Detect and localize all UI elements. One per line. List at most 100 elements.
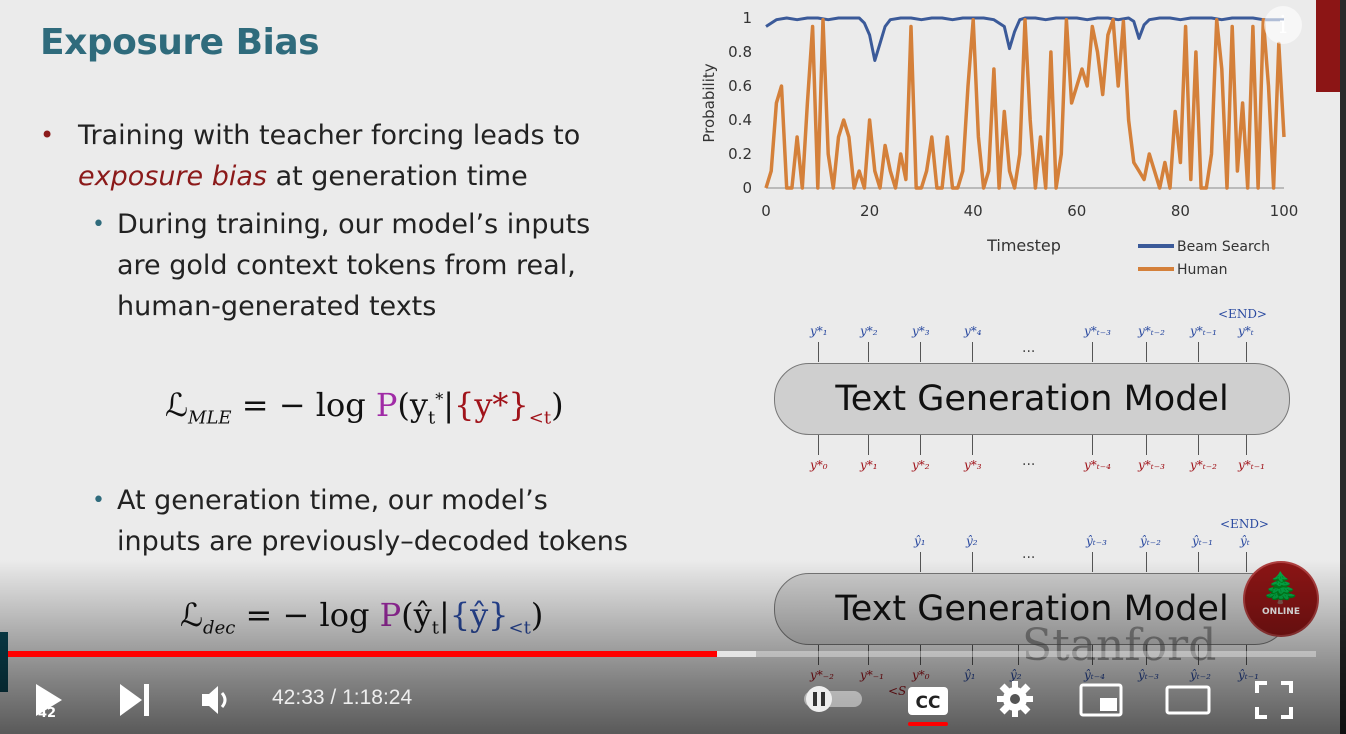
gen-input-token: y*₋₁ <box>860 668 884 682</box>
stanford-online-logo: 🌲 ONLINE <box>1245 563 1317 635</box>
miniplayer-button[interactable] <box>1078 680 1124 720</box>
autoplay-toggle[interactable] <box>802 684 864 714</box>
slide-title: Exposure Bias <box>40 22 320 63</box>
bullet-dot: • <box>92 488 105 513</box>
train-output-token: y*₃ <box>912 324 930 338</box>
miniplayer-icon <box>1079 683 1123 717</box>
captions-active-indicator <box>908 722 948 726</box>
ellipsis: ... <box>1022 340 1036 356</box>
end-tag-generation: <END> <box>1220 517 1269 531</box>
train-output-token: y*ₜ₋₁ <box>1190 324 1217 338</box>
bullet-teacher-forcing: • Training with teacher forcing leads to… <box>40 115 638 197</box>
arrow <box>818 435 819 455</box>
info-icon[interactable]: i <box>1264 6 1302 44</box>
arrow <box>1146 342 1147 362</box>
arrow <box>1246 342 1247 362</box>
theater-mode-button[interactable] <box>1164 680 1212 720</box>
y-axis-label: Probability <box>700 63 718 142</box>
train-input-token: y*₁ <box>860 458 878 472</box>
cc-icon: CC <box>908 687 948 715</box>
train-output-token: y*₂ <box>860 324 878 338</box>
arrow <box>972 435 973 455</box>
autoplay-pause-icon <box>804 686 862 712</box>
stanford-watermark: Stanford <box>1022 620 1217 671</box>
volume-button[interactable] <box>196 680 236 720</box>
train-input-token: y*ₜ₋₂ <box>1190 458 1217 472</box>
arrow <box>1146 435 1147 455</box>
arrow <box>920 552 921 572</box>
bullet-training-inputs: • During training, our model’s inputs ar… <box>92 204 637 327</box>
arrow <box>1198 552 1199 572</box>
legend-label: Human <box>1177 262 1228 278</box>
x-axis-label: Timestep <box>986 236 1061 255</box>
arrow <box>920 435 921 455</box>
ellipsis: ... <box>1022 453 1036 469</box>
arrow <box>1198 342 1199 362</box>
train-output-token: y*₄ <box>964 324 982 338</box>
arrow <box>1146 552 1147 572</box>
played-bar <box>8 651 717 657</box>
train-output-token: y*ₜ₋₃ <box>1084 324 1111 338</box>
gen-output-token: ŷₜ₋₁ <box>1192 534 1213 548</box>
gen-output-token: ŷₜ <box>1240 534 1250 548</box>
train-input-token: y*ₜ₋₃ <box>1138 458 1165 472</box>
model-box-training: Text Generation Model <box>774 363 1290 435</box>
formula-dec-loss: ℒdec = − log P(ŷt|{ŷ}<t) <box>180 596 544 639</box>
x-tick-label: 40 <box>964 202 983 220</box>
bullet-generation-inputs: • At generation time, our model’s inputs… <box>92 480 677 562</box>
arrow <box>1092 435 1093 455</box>
settings-button[interactable] <box>994 678 1036 720</box>
bullet-dot: • <box>92 212 105 237</box>
progress-bar[interactable] <box>8 651 1316 657</box>
x-tick-label: 60 <box>1067 202 1086 220</box>
train-input-token: y*ₜ₋₁ <box>1238 458 1265 472</box>
arrow <box>1092 552 1093 572</box>
x-tick-label: 0 <box>761 202 771 220</box>
arrow <box>920 342 921 362</box>
y-tick-label: 0.8 <box>728 43 752 61</box>
gen-input-token: y*₋₂ <box>810 668 834 682</box>
skip-next-icon <box>120 684 149 716</box>
gen-output-token: ŷ₂ <box>966 534 978 548</box>
next-button[interactable] <box>114 680 154 720</box>
fullscreen-button[interactable] <box>1252 678 1296 722</box>
x-tick-label: 80 <box>1171 202 1190 220</box>
captions-button[interactable]: CC <box>904 680 952 722</box>
gen-output-token: ŷₜ₋₂ <box>1140 534 1161 548</box>
gear-icon <box>997 681 1033 717</box>
slide-accent-tab <box>1316 0 1340 92</box>
gen-output-token: ŷ₁ <box>914 534 926 548</box>
y-tick-label: 0 <box>742 179 752 197</box>
arrow <box>1092 342 1093 362</box>
bullet-dot: • <box>40 121 55 149</box>
exposure-bias-term: exposure bias <box>78 161 267 192</box>
train-input-token: y*₃ <box>964 458 982 472</box>
y-tick-label: 0.4 <box>728 111 752 129</box>
probability-chart: 0 20 40 60 80 100 0 0.2 0.4 0.6 0.8 1 Probability Tim… <box>700 9 1299 278</box>
volume-icon <box>202 686 227 714</box>
x-tick-label: 100 <box>1270 202 1299 220</box>
time-display: 42:33 / 1:18:24 <box>272 686 413 709</box>
slide-left-accent <box>0 632 8 692</box>
train-input-token: y*₀ <box>810 458 828 472</box>
frame-edge <box>1340 0 1346 734</box>
arrow <box>972 552 973 572</box>
arrow <box>818 342 819 362</box>
x-tick-label: 20 <box>860 202 879 220</box>
video-player[interactable]: Exposure Bias • Training with teacher fo… <box>0 0 1346 734</box>
fullscreen-icon <box>1255 681 1293 719</box>
duration: 1:18:24 <box>342 686 413 709</box>
arrow <box>972 342 973 362</box>
legend-label: Beam Search <box>1177 239 1270 255</box>
train-input-token: y*ₜ₋₄ <box>1084 458 1111 472</box>
end-tag-training: <END> <box>1218 307 1267 321</box>
arrow <box>868 342 869 362</box>
train-output-token: y*ₜ₋₂ <box>1138 324 1165 338</box>
svg-text:CC: CC <box>916 693 941 713</box>
ellipsis: ... <box>1022 546 1036 562</box>
train-output-token: y*ₜ <box>1238 324 1254 338</box>
train-input-token: y*₂ <box>912 458 930 472</box>
arrow <box>1246 435 1247 455</box>
theater-icon <box>1165 685 1211 715</box>
y-tick-label: 0.2 <box>728 145 752 163</box>
